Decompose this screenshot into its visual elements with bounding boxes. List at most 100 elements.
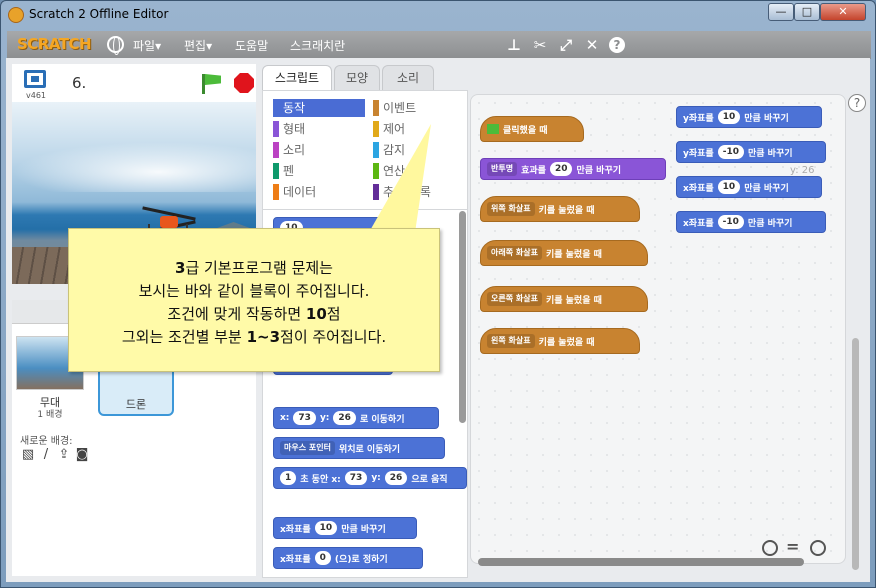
grow-icon[interactable]: ⤢ — [557, 36, 575, 54]
zoom-out-icon[interactable] — [762, 540, 778, 556]
block-value[interactable]: 20 — [549, 162, 573, 176]
close-button[interactable]: ✕ — [820, 3, 866, 21]
paint-brush-icon[interactable]: / — [38, 448, 54, 462]
block-value[interactable]: 10 — [314, 521, 338, 535]
scripts-vertical-scrollbar[interactable] — [852, 338, 859, 570]
block-label: x좌표를 — [280, 554, 311, 565]
block-value[interactable]: 26 — [333, 411, 356, 425]
menu-about[interactable]: 스크래치란 — [290, 37, 345, 54]
block-label: y좌표를 — [683, 113, 714, 124]
green-flag-icon — [487, 124, 499, 134]
backdrop-count: 1 배경 — [37, 410, 63, 420]
maximize-button[interactable]: □ — [794, 3, 820, 21]
category-motion[interactable]: 동작 — [273, 99, 365, 117]
minimize-button[interactable]: — — [768, 3, 794, 21]
callout-emphasis: 3 — [175, 259, 186, 277]
block-value[interactable]: -10 — [717, 215, 744, 229]
category-events[interactable]: 이벤트 — [373, 99, 463, 117]
palette-block-set-x[interactable]: x좌표를 0 (으)로 정하기 — [273, 547, 423, 569]
menu-edit[interactable]: 편집▾ — [184, 37, 212, 54]
zoom-reset-icon[interactable]: = — [786, 539, 800, 556]
key-up-pressed-block[interactable]: 위쪽 화살표 키를 눌렀을 때 — [480, 196, 640, 222]
palette-block-goto-xy[interactable]: x: 73 y: 26 로 이동하기 — [273, 407, 439, 429]
key-down-pressed-block[interactable]: 아래쪽 화살표 키를 눌렀을 때 — [480, 240, 648, 266]
key-right-pressed-block[interactable]: 오른쪽 화살표 키를 눌렀을 때 — [480, 286, 648, 312]
block-label: y: — [371, 473, 381, 483]
version-label: v461 — [26, 91, 47, 100]
block-value[interactable]: 0 — [314, 551, 331, 565]
block-value[interactable]: 73 — [344, 471, 368, 485]
block-dropdown[interactable]: 반투명 — [487, 162, 518, 176]
block-value[interactable]: 1 — [280, 471, 297, 485]
palette-block-goto-target[interactable]: 마우스 포인터 위치로 이동하기 — [273, 437, 445, 459]
block-label: 키를 눌렀을 때 — [545, 249, 602, 260]
change-y-up-block[interactable]: y좌표를 10 만큼 바꾸기 — [676, 106, 822, 128]
tab-sounds[interactable]: 소리 — [382, 65, 434, 91]
palette-scrollbar[interactable] — [459, 211, 466, 423]
callout-text: 점 — [326, 305, 341, 323]
tab-costumes[interactable]: 모양 — [334, 65, 380, 91]
block-label: 만큼 바꾸기 — [747, 218, 793, 229]
block-dropdown[interactable]: 오른쪽 화살표 — [487, 292, 542, 306]
category-data[interactable]: 데이터 — [273, 183, 365, 201]
backdrop-tools: ▧ / ⇪ ◙ — [20, 448, 92, 464]
menu-file[interactable]: 파일▾ — [133, 37, 161, 54]
stage-header: v461 6. — [12, 64, 256, 102]
palette-block-glide[interactable]: 1 초 동안 x: 73 y: 26 으로 움직 — [273, 467, 467, 489]
block-label: (으)로 정하기 — [334, 554, 388, 565]
scratch-logo[interactable]: SCRATCH — [17, 35, 92, 53]
fullscreen-icon[interactable] — [24, 70, 46, 88]
menu-help[interactable]: 도움말 — [235, 37, 268, 54]
help-icon[interactable]: ? — [848, 94, 866, 112]
block-value[interactable]: 10 — [717, 180, 741, 194]
change-effect-block[interactable]: 반투명 효과를 20 만큼 바꾸기 — [480, 158, 666, 180]
when-flag-clicked-block[interactable]: 클릭했을 때 — [480, 116, 584, 142]
sprite-name: 드론 — [125, 398, 147, 411]
scripts-horizontal-scrollbar[interactable] — [478, 558, 804, 566]
block-value[interactable]: 26 — [384, 471, 408, 485]
block-dropdown[interactable]: 왼쪽 화살표 — [487, 334, 535, 348]
change-x-left-block[interactable]: x좌표를 -10 만큼 바꾸기 — [676, 211, 826, 233]
block-label: 로 이동하기 — [359, 414, 405, 425]
callout-line-2: 보시는 바와 같이 블록이 주어집니다. — [138, 282, 370, 300]
block-label: y: — [319, 413, 330, 423]
block-value[interactable]: 10 — [717, 110, 741, 124]
block-label: 으로 움직 — [411, 474, 448, 485]
block-label: 위치로 이동하기 — [338, 444, 401, 455]
category-looks[interactable]: 형태 — [273, 120, 365, 138]
new-backdrop-label: 새로운 배경: — [20, 436, 73, 447]
green-flag-icon[interactable] — [202, 74, 205, 94]
block-label: 만큼 바꾸기 — [341, 524, 386, 535]
category-control[interactable]: 제어 — [373, 120, 463, 138]
block-label: 만큼 바꾸기 — [744, 183, 789, 194]
block-dropdown[interactable]: 아래쪽 화살표 — [487, 246, 542, 260]
block-label: 키를 눌렀을 때 — [538, 205, 595, 216]
zoom-in-icon[interactable] — [810, 540, 826, 556]
title-bar: Scratch 2 Offline Editor — □ ✕ — [1, 1, 875, 29]
block-dropdown[interactable]: 마우스 포인터 — [280, 441, 335, 455]
shrink-icon[interactable]: ✕ — [583, 36, 601, 54]
palette-block-change-x[interactable]: x좌표를 10 만큼 바꾸기 — [273, 517, 417, 539]
block-value[interactable]: 73 — [293, 411, 316, 425]
callout-emphasis: 10 — [305, 305, 327, 323]
duplicate-stamp-icon[interactable]: ⊥ — [505, 36, 523, 54]
project-name[interactable]: 6. — [72, 74, 86, 92]
block-help-icon[interactable]: ? — [609, 37, 625, 53]
stop-sign-icon[interactable] — [234, 73, 254, 93]
category-sound[interactable]: 소리 — [273, 141, 365, 159]
key-left-pressed-block[interactable]: 왼쪽 화살표 키를 눌렀을 때 — [480, 328, 640, 354]
block-label: x: — [280, 413, 290, 423]
block-dropdown[interactable]: 위쪽 화살표 — [487, 202, 535, 216]
block-label: x좌표를 — [683, 218, 714, 229]
block-label: 키를 눌렀을 때 — [545, 295, 602, 306]
choose-backdrop-icon[interactable]: ▧ — [20, 448, 36, 462]
change-x-right-block[interactable]: x좌표를 10 만큼 바꾸기 — [676, 176, 822, 198]
category-pen[interactable]: 펜 — [273, 162, 365, 180]
delete-scissors-icon[interactable]: ✂ — [531, 36, 549, 54]
block-value[interactable]: -10 — [717, 145, 744, 159]
change-y-down-block[interactable]: y좌표를 -10 만큼 바꾸기 — [676, 141, 826, 163]
tab-scripts[interactable]: 스크립트 — [262, 65, 332, 91]
language-globe-icon[interactable] — [107, 36, 124, 55]
camera-icon[interactable]: ◙ — [74, 448, 90, 462]
upload-icon[interactable]: ⇪ — [56, 448, 72, 462]
